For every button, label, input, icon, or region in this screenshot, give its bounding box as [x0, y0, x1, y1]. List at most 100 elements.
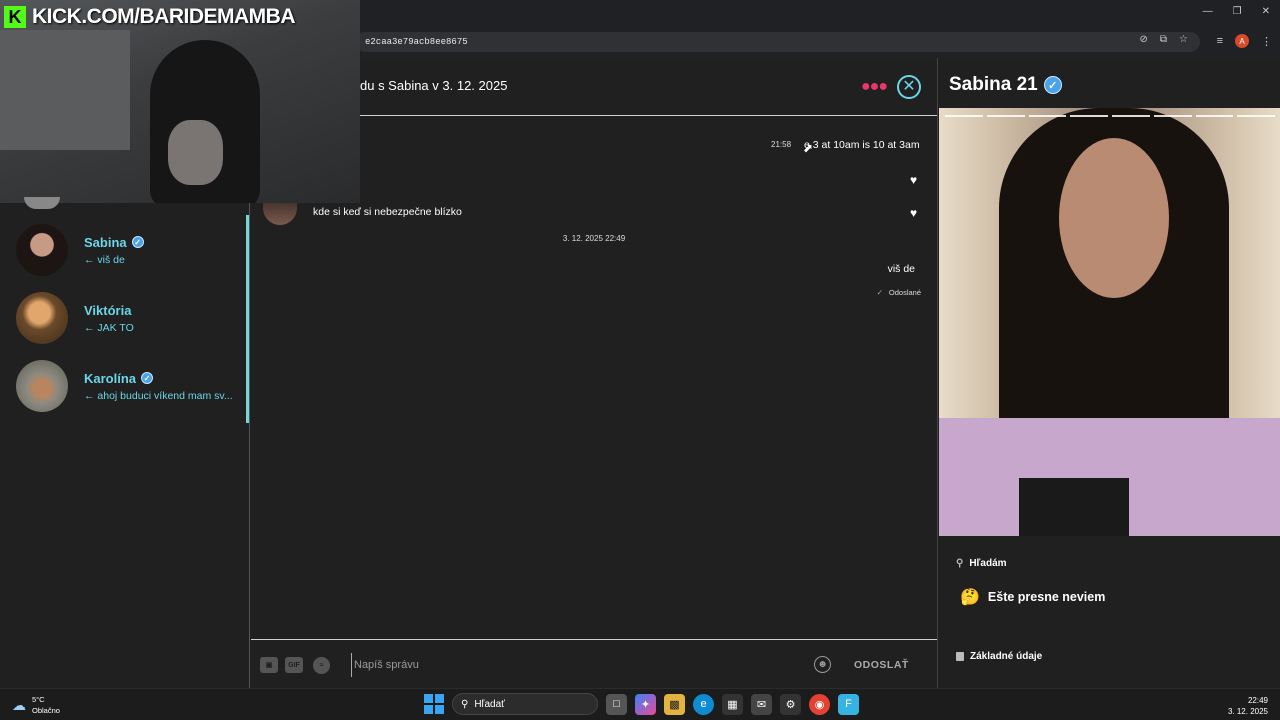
- conversation-preview: ← JAK TO: [84, 321, 134, 334]
- photo-step[interactable]: [986, 115, 1025, 117]
- looking-for-heading: ⚲ Hľadám: [956, 558, 1007, 569]
- photo-tank: [1019, 478, 1129, 536]
- reading-list-icon[interactable]: ≡: [1217, 35, 1223, 47]
- weather-widget[interactable]: ☁ 5°C Oblačno: [12, 694, 60, 716]
- conversation-item-sabina[interactable]: Sabina ✓ ← viš de: [16, 223, 241, 277]
- conversation-item-viktoria[interactable]: Viktória ← JAK TO: [16, 291, 241, 345]
- profile-photo[interactable]: [939, 108, 1280, 536]
- emoji-icon[interactable]: ☻: [814, 656, 831, 673]
- search-icon: ⚲: [956, 558, 964, 569]
- conversation-name: Sabina ✓: [84, 235, 144, 250]
- cloud-icon: ☁: [12, 696, 26, 713]
- eye-off-icon[interactable]: ⊘: [1140, 34, 1148, 45]
- sent-check-icon: ✓: [876, 288, 883, 297]
- looking-for-value: 🤔 Ešte presne neviem: [960, 589, 1106, 606]
- like-heart-icon[interactable]: ♥: [910, 173, 917, 187]
- copilot-icon[interactable]: ✦: [635, 693, 656, 715]
- profile-name: Sabina 21 ✓: [949, 74, 1062, 96]
- conversation-item-karolina[interactable]: Karolína ✓ ← ahoj buduci víkend mam sv..…: [16, 359, 241, 413]
- install-app-icon[interactable]: ⧉: [1160, 34, 1167, 45]
- weather-desc: Oblačno: [32, 706, 60, 715]
- outlook-icon[interactable]: ✉: [751, 693, 772, 715]
- clock-date: 3. 12. 2025: [1227, 707, 1268, 716]
- close-window-icon[interactable]: ✕: [1262, 6, 1270, 17]
- edge-icon[interactable]: e: [693, 693, 714, 715]
- photo-step[interactable]: [1028, 115, 1067, 117]
- message-incoming: kde si keď si nebezpečne blízko: [313, 206, 462, 218]
- avatar: [16, 360, 68, 412]
- verified-badge-icon: ✓: [131, 236, 144, 248]
- basic-info-heading: Základné údaje: [956, 651, 1042, 662]
- photo-icon[interactable]: ▣: [260, 657, 278, 673]
- kick-channel-badge: K KICK.COM/BARIDEMAMBA: [4, 4, 295, 30]
- photo-step[interactable]: [1237, 115, 1275, 117]
- send-button[interactable]: ODOSLAŤ: [854, 659, 909, 671]
- chat-title: du s Sabina v 3. 12. 2025: [360, 78, 508, 93]
- spotify-icon[interactable]: ≈: [313, 657, 330, 674]
- bookmark-star-icon[interactable]: ☆: [1179, 34, 1188, 45]
- conversation-preview: ← viš de: [84, 253, 125, 266]
- photo-step[interactable]: [1195, 115, 1234, 117]
- photo-face: [1059, 138, 1169, 298]
- task-view-icon[interactable]: □: [606, 693, 627, 715]
- close-icon: ✕: [902, 78, 916, 95]
- system-clock[interactable]: 22:49 3. 12. 2025: [1228, 695, 1268, 717]
- windows-taskbar: ☁ 5°C Oblačno ⚲ Hľadať □ ✦ ▩ e ▦ ✉ ⚙ ◉ F…: [0, 688, 1280, 720]
- store-icon[interactable]: ▦: [722, 693, 743, 715]
- conversation-name: Viktória: [84, 302, 132, 318]
- verified-badge-icon: ✓: [1043, 76, 1062, 94]
- address-bar[interactable]: e2caa3e79acb8ee8675: [355, 32, 1200, 52]
- avatar: [16, 292, 68, 344]
- restore-icon[interactable]: ❐: [1233, 6, 1242, 17]
- status-text: Odoslané: [888, 288, 921, 297]
- message-status: ✓ Odoslané: [877, 288, 921, 297]
- menu-kebab-icon[interactable]: ⋮: [1261, 35, 1272, 48]
- minimize-icon[interactable]: —: [1203, 6, 1213, 17]
- mouse-cursor-icon: ⬈: [803, 141, 814, 155]
- photo-step[interactable]: [1153, 115, 1192, 117]
- message-time: 21:58: [771, 140, 792, 149]
- file-explorer-icon[interactable]: ▩: [664, 693, 685, 715]
- start-button[interactable]: [424, 694, 444, 714]
- avatar: [16, 224, 68, 276]
- photo-step[interactable]: [1070, 115, 1108, 117]
- message-input-bar: ▣ GIF ≈ ☻ ODOSLAŤ: [251, 639, 937, 688]
- app-f-icon[interactable]: F: [838, 693, 859, 715]
- taskbar-apps: ⚲ Hľadať □ ✦ ▩ e ▦ ✉ ⚙ ◉ F: [424, 693, 859, 715]
- scrollbar[interactable]: [246, 215, 249, 423]
- message-outgoing: e 3 at 10am is 10 at 3am: [804, 139, 920, 151]
- window-controls: — ❐ ✕: [1203, 6, 1270, 17]
- chrome-icon[interactable]: ◉: [809, 693, 830, 715]
- clock-time: 22:49: [1247, 696, 1268, 705]
- verified-badge-icon: ✓: [141, 372, 154, 384]
- kick-logo-icon: K: [4, 6, 26, 28]
- date-separator: 3. 12. 2025 22:49: [562, 234, 626, 243]
- like-heart-icon[interactable]: ♥: [910, 206, 917, 220]
- weather-temp: 5°C: [32, 695, 45, 704]
- close-chat-button[interactable]: ✕: [897, 75, 921, 99]
- more-options-icon[interactable]: ●●●: [861, 78, 888, 96]
- streamer-webcam: K KICK.COM/BARIDEMAMBA: [0, 0, 360, 203]
- settings-gear-icon[interactable]: ⚙: [780, 693, 801, 715]
- profile-panel: Sabina 21 ✓ ⚲ Hľadám 🤔 Ešte presne nevie…: [937, 58, 1280, 688]
- browser-toolbar: ≡ A ⋮: [1217, 34, 1272, 48]
- conversation-sidebar: Sabina ✓ ← viš de Viktória ← JAK TO Karo…: [0, 197, 250, 688]
- id-card-icon: [956, 652, 964, 661]
- gif-button[interactable]: GIF: [285, 657, 303, 673]
- search-icon: ⚲: [461, 698, 469, 710]
- address-bar-icons: ⊘ ⧉ ☆: [1140, 34, 1189, 45]
- kick-channel-url: KICK.COM/BARIDEMAMBA: [32, 5, 295, 28]
- conversation-name: Karolína ✓: [84, 371, 233, 386]
- streamer-face: [168, 120, 223, 185]
- message-input[interactable]: [351, 653, 791, 677]
- message-outgoing: viš de: [887, 263, 915, 275]
- thinking-emoji-icon: 🤔: [960, 589, 980, 606]
- avatar: [24, 197, 60, 209]
- photo-step[interactable]: [945, 115, 983, 117]
- profile-avatar[interactable]: A: [1235, 34, 1249, 48]
- photo-step[interactable]: [1112, 115, 1150, 117]
- photo-progress-indicator: [945, 115, 1275, 117]
- screen: — ❐ ✕ e2caa3e79acb8ee8675 ⊘ ⧉ ☆ ≡ A ⋮ du…: [0, 0, 1280, 720]
- conversation-preview: ← ahoj buduci víkend mam sv...: [84, 389, 233, 402]
- taskbar-search[interactable]: ⚲ Hľadať: [452, 693, 598, 715]
